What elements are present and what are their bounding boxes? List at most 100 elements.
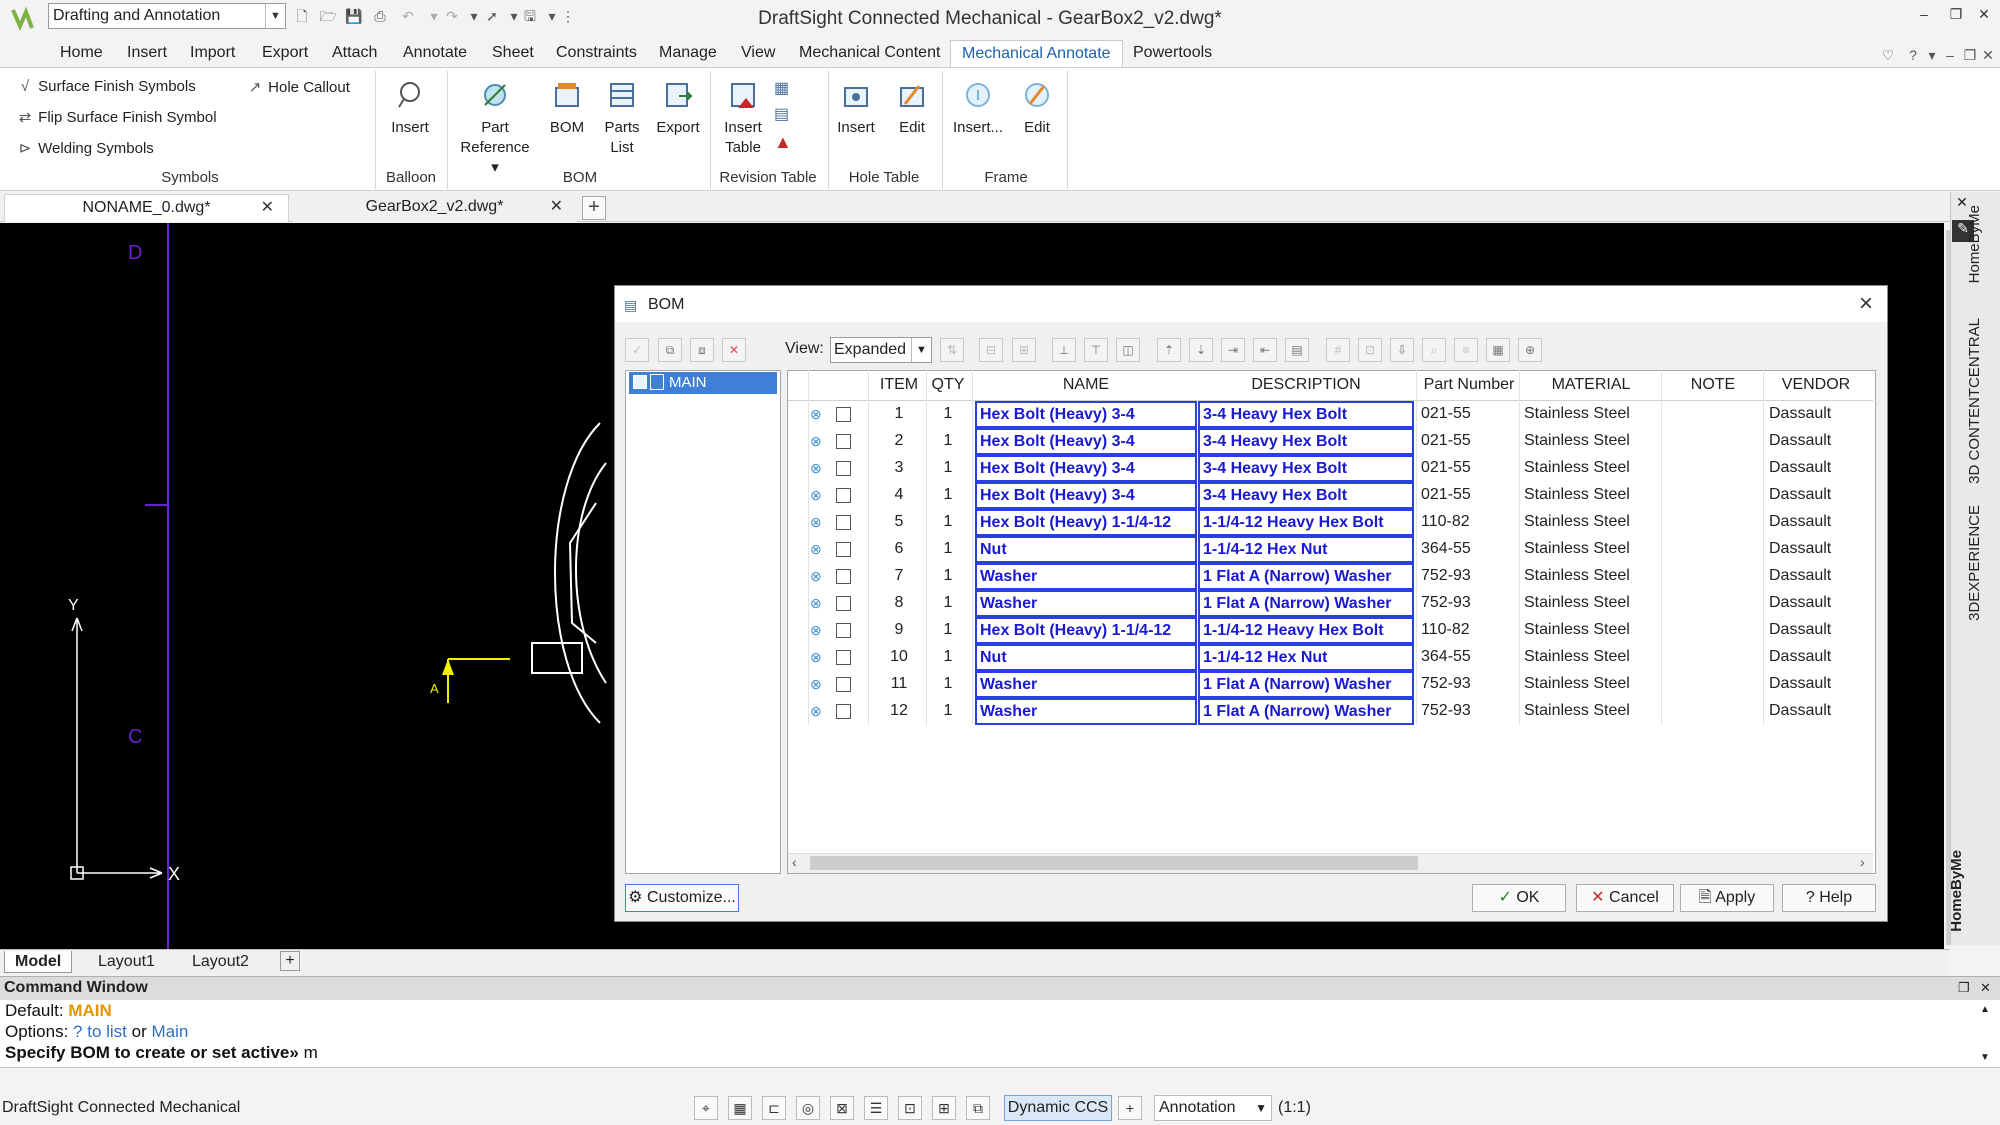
bom-button[interactable]: BOM [543, 80, 591, 138]
revision-update-icon[interactable]: ▤ [774, 104, 796, 126]
scrollbar-thumb[interactable] [810, 856, 1418, 870]
row-checkbox[interactable] [836, 569, 851, 584]
table-row[interactable]: ⊗ 9 1 Hex Bolt (Heavy) 1-1/4-12 1-1/4-12 Hea… [788, 617, 1871, 644]
side-tab-3dexperience[interactable]: 3DEXPERIENCE [1966, 505, 1983, 621]
balloon-insert-button[interactable]: Insert [385, 80, 435, 138]
snap-icon[interactable]: ⌖ [694, 1096, 718, 1120]
grid-icon[interactable]: ▦ [728, 1096, 752, 1120]
row-checkbox[interactable] [836, 515, 851, 530]
cell-description[interactable]: 1-1/4-12 Hex Nut [1198, 536, 1414, 563]
doc-restore-icon[interactable]: ❐ [1960, 45, 1980, 65]
close-icon[interactable]: ✕ [261, 195, 274, 221]
save-icon[interactable]: 💾 [344, 6, 364, 26]
cell-name[interactable]: Washer [975, 698, 1197, 725]
merge-icon[interactable]: ⊟ [979, 338, 1003, 362]
undo-icon[interactable]: ↶ [398, 6, 418, 26]
table-row[interactable]: ⊗ 7 1 Washer 1 Flat A (Narrow) Washer 752-93 S… [788, 563, 1871, 590]
tab-annotate[interactable]: Annotate [403, 44, 467, 62]
doc-tab-noname[interactable]: NONAME_0.dwg* ✕ [4, 194, 289, 222]
doc-tab-gearbox[interactable]: GearBox2_v2.dwg* ✕ [292, 194, 577, 222]
cell-name[interactable]: Nut [975, 644, 1197, 671]
cell-name[interactable]: Hex Bolt (Heavy) 3-4 [975, 455, 1197, 482]
restore-icon[interactable]: ❐ [1944, 6, 1968, 26]
side-tab-homebyme-bottom[interactable]: HomeByMe [1948, 850, 1965, 932]
column-icon[interactable]: ◫ [1116, 338, 1140, 362]
cell-name[interactable]: Washer [975, 563, 1197, 590]
annotation-scale-select[interactable]: Annotation ▼ [1154, 1095, 1272, 1121]
filter-icon[interactable]: ⌕ [1422, 338, 1446, 362]
tab-export[interactable]: Export [262, 44, 308, 62]
tab-import[interactable]: Import [190, 44, 235, 62]
table-row[interactable]: ⊗ 2 1 Hex Bolt (Heavy) 3-4 3-4 Heavy Hex Bol… [788, 428, 1871, 455]
side-tab-homebyme[interactable]: HomeByMe [1966, 205, 1983, 283]
minimize-icon[interactable]: – [1912, 6, 1936, 26]
tab-powertools[interactable]: Powertools [1133, 44, 1212, 62]
esnap-icon[interactable]: ⊠ [830, 1096, 854, 1120]
row-checkbox[interactable] [836, 704, 851, 719]
undo-dropdown-icon[interactable]: ▾ [424, 6, 444, 26]
scroll-left-icon[interactable]: ‹ [792, 854, 797, 870]
copy-icon[interactable]: ⧉ [658, 338, 682, 362]
close-icon[interactable]: × [1854, 290, 1878, 318]
close-icon[interactable]: ✕ [550, 194, 563, 220]
insert-row-above-icon[interactable]: ⊥ [1052, 338, 1076, 362]
cell-description[interactable]: 1 Flat A (Narrow) Washer [1198, 671, 1414, 698]
cell-name[interactable]: Hex Bolt (Heavy) 3-4 [975, 401, 1197, 428]
table-row[interactable]: ⊗ 12 1 Washer 1 Flat A (Narrow) Washer 752-93… [788, 698, 1871, 725]
customize-quick-access-icon[interactable]: ⋮ [558, 6, 578, 26]
split-icon[interactable]: ⊞ [1012, 338, 1036, 362]
cell-name[interactable]: Hex Bolt (Heavy) 3-4 [975, 482, 1197, 509]
cell-name[interactable]: Washer [975, 671, 1197, 698]
cell-description[interactable]: 1-1/4-12 Hex Nut [1198, 644, 1414, 671]
selection-icon[interactable]: ⧉ [966, 1096, 990, 1120]
layout-tab-layout1[interactable]: Layout1 [88, 951, 165, 973]
doc-close-icon[interactable]: ✕ [1978, 45, 1998, 65]
table-row[interactable]: ⊗ 1 1 Hex Bolt (Heavy) 3-4 3-4 Heavy Hex Bol… [788, 401, 1871, 428]
add-layout-button[interactable]: + [280, 951, 300, 971]
cell-description[interactable]: 1-1/4-12 Heavy Hex Bolt [1198, 509, 1414, 536]
cmd-input[interactable]: m [304, 1043, 318, 1062]
table-row[interactable]: ⊗ 10 1 Nut 1-1/4-12 Hex Nut 364-55 Stainless S… [788, 644, 1871, 671]
col-header-part-number[interactable]: Part Number [1418, 376, 1520, 394]
row-checkbox[interactable] [836, 623, 851, 638]
cell-name[interactable]: Hex Bolt (Heavy) 3-4 [975, 428, 1197, 455]
print-icon[interactable]: ⎙ [370, 6, 390, 26]
cell-name[interactable]: Hex Bolt (Heavy) 1-1/4-12 [975, 509, 1197, 536]
parts-list-button[interactable]: Parts List [598, 80, 646, 158]
hole-table-edit-button[interactable]: Edit [890, 80, 934, 138]
cmd-close-icon[interactable]: ✕ [1980, 980, 1991, 996]
flip-surface-finish-button[interactable]: ⇄ Flip Surface Finish Symbol [16, 108, 217, 126]
numbering-icon[interactable]: ⇩ [1390, 338, 1414, 362]
col-header-item[interactable]: ITEM [874, 376, 924, 394]
move-down-icon[interactable]: ⇣ [1189, 338, 1213, 362]
cell-description[interactable]: 3-4 Heavy Hex Bolt [1198, 401, 1414, 428]
help-dropdown-icon[interactable]: ▾ [1922, 45, 1942, 65]
cell-name[interactable]: Hex Bolt (Heavy) 1-1/4-12 [975, 617, 1197, 644]
cmd-scroll-down-icon[interactable]: ▼ [1980, 1052, 1990, 1063]
list-icon[interactable]: ≡ [1454, 338, 1478, 362]
revision-edit-icon[interactable]: ▦ [774, 78, 796, 100]
ortho-icon[interactable]: ⊏ [762, 1096, 786, 1120]
group-icon[interactable]: ⊡ [1358, 338, 1382, 362]
renumber-icon[interactable]: # [1326, 338, 1350, 362]
revision-warning-icon[interactable]: ▲ [774, 132, 796, 154]
table-row[interactable]: ⊗ 6 1 Nut 1-1/4-12 Hex Nut 364-55 Stainless St… [788, 536, 1871, 563]
cell-description[interactable]: 1 Flat A (Narrow) Washer [1198, 563, 1414, 590]
cell-description[interactable]: 1 Flat A (Narrow) Washer [1198, 698, 1414, 725]
doc-minimize-icon[interactable]: – [1940, 45, 1960, 65]
customize-button[interactable]: ⚙ Customize... [625, 884, 739, 912]
tab-sheet[interactable]: Sheet [492, 44, 534, 62]
redo-dropdown-icon[interactable]: ▾ [464, 6, 484, 26]
move-up-icon[interactable]: ⇡ [1157, 338, 1181, 362]
insert-revision-table-button[interactable]: Insert Table [718, 80, 768, 158]
row-checkbox[interactable] [836, 542, 851, 557]
col-header-description[interactable]: DESCRIPTION [1198, 376, 1414, 394]
tab-manage[interactable]: Manage [659, 44, 717, 62]
row-checkbox[interactable] [836, 407, 851, 422]
indent-icon[interactable]: ⇥ [1221, 338, 1245, 362]
table-row[interactable]: ⊗ 3 1 Hex Bolt (Heavy) 3-4 3-4 Heavy Hex Bol… [788, 455, 1871, 482]
save-as-icon[interactable]: 🖫 [520, 6, 540, 26]
format-icon[interactable]: ▤ [1285, 338, 1309, 362]
new-tab-button[interactable]: + [582, 196, 606, 220]
cell-description[interactable]: 3-4 Heavy Hex Bolt [1198, 482, 1414, 509]
